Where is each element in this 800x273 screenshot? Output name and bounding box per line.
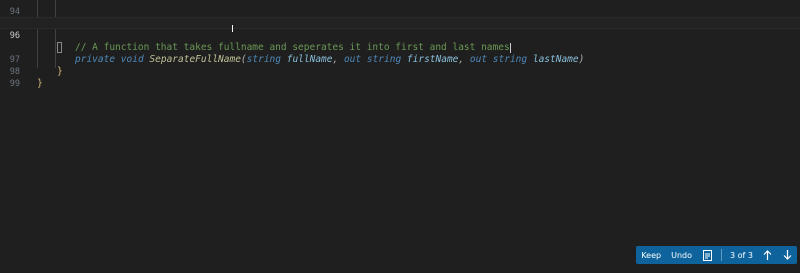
arrow-up-icon-svg xyxy=(763,250,771,260)
arrow-up-icon[interactable] xyxy=(761,249,773,261)
toolbar-divider xyxy=(721,249,723,261)
code-line-98[interactable]: 98 } xyxy=(0,54,800,89)
code-line-96[interactable]: 96 // A function that takes fullname and… xyxy=(0,17,800,53)
closing-brace: } xyxy=(37,78,43,89)
inline-suggestion-line[interactable]: private void SeparateFullName(string ful… xyxy=(0,30,800,65)
change-position-label: 3 of 3 xyxy=(730,250,753,260)
file-diff-icon-svg xyxy=(702,249,712,261)
code-line-99[interactable]: 99 xyxy=(0,66,800,89)
line-number: 99 xyxy=(9,79,20,89)
keep-button[interactable]: Keep xyxy=(640,248,662,262)
file-diff-icon[interactable] xyxy=(701,249,713,261)
code-editor[interactable]: 94 { 95 96 // A function that takes full… xyxy=(0,0,800,273)
undo-button[interactable]: Undo xyxy=(670,248,693,262)
arrow-down-icon-svg xyxy=(783,250,791,260)
inline-edit-toolbar: Keep Undo 3 of 3 xyxy=(636,246,797,264)
arrow-down-icon[interactable] xyxy=(781,249,793,261)
bracket-match-highlight xyxy=(57,42,62,53)
code-line-97[interactable]: 97 } xyxy=(0,42,800,77)
text-cursor-icon: I xyxy=(231,24,234,35)
